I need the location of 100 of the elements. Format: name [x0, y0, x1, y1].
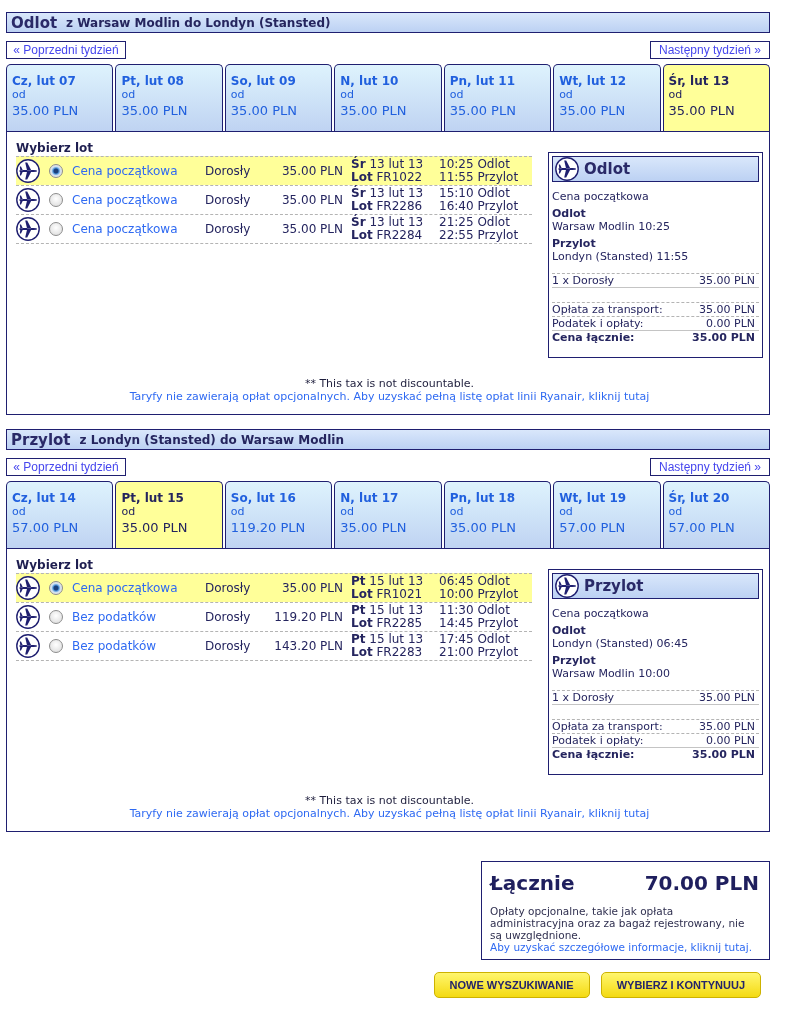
- flight-number: Lot FR2284: [351, 229, 424, 242]
- date-tab[interactable]: So, lut 16 od 119.20 PLN: [224, 481, 333, 548]
- total-amount: 70.00 PLN: [644, 871, 759, 895]
- date-tab[interactable]: N, lut 10 od 35.00 PLN: [334, 64, 442, 131]
- flight-price: 119.20 PLN: [274, 610, 343, 624]
- arrival-label: Przylot: [552, 654, 597, 667]
- fare-type-link[interactable]: Bez podatków: [72, 610, 157, 624]
- flight-row[interactable]: Cena początkowa Dorosły 35.00 PLN Śr 13 lut 13 Lot FR2284 21:25 Odlot 22:55 Przylot: [16, 214, 532, 244]
- plane-icon: [16, 634, 40, 658]
- date-tab[interactable]: Pt, lut 15 od 35.00 PLN: [115, 481, 223, 548]
- date-tab[interactable]: Śr, lut 13 od 35.00 PLN: [662, 64, 770, 131]
- date-tab[interactable]: Wt, lut 12 od 35.00 PLN: [553, 64, 661, 131]
- plane-icon: [16, 605, 40, 629]
- passenger-price: 35.00 PLN: [699, 691, 755, 704]
- departure-time: 17:45 Odlot: [439, 633, 511, 646]
- date-tab[interactable]: Cz, lut 07 od 35.00 PLN: [6, 64, 114, 131]
- arrival-time: 11:55 Przylot: [439, 171, 520, 184]
- radio-button[interactable]: [49, 164, 63, 178]
- departure-info: Londyn (Stansted) 06:45: [552, 637, 690, 650]
- passenger-type: Dorosły: [205, 164, 251, 178]
- summary-fare-type: Cena początkowa: [552, 607, 650, 620]
- radio-button[interactable]: [49, 222, 63, 236]
- fees-info-link[interactable]: Taryfy nie zawierają opłat opcjonalnych. Aby uzyskać pełną listę opłat linii Ryanair, kliknij tutaj: [129, 807, 650, 820]
- route-text: z Warsaw Modlin do Londyn (Stansted): [66, 15, 331, 30]
- fare-type-link[interactable]: Bez podatków: [72, 639, 157, 653]
- plane-icon: [16, 576, 40, 600]
- select-flight-heading: Wybierz lot: [16, 557, 95, 573]
- arrival-time: 14:45 Przylot: [439, 617, 520, 630]
- date-tab[interactable]: Pt, lut 08 od 35.00 PLN: [115, 64, 223, 131]
- flight-price: 35.00 PLN: [281, 222, 343, 236]
- radio-button[interactable]: [49, 610, 63, 624]
- flight-number: Lot FR1022: [351, 171, 424, 184]
- summary-fare-type: Cena początkowa: [552, 190, 650, 203]
- flight-date: Śr 13 lut 13: [351, 216, 425, 229]
- details-link[interactable]: Aby uzyskać szczegółowe informacje, kliknij tutaj.: [490, 941, 759, 953]
- new-search-button[interactable]: NOWE WYSZUKIWANIE: [433, 972, 590, 998]
- date-tab[interactable]: Wt, lut 19 od 57.00 PLN: [553, 481, 661, 548]
- charge-amount: 35.00 PLN: [699, 303, 755, 316]
- flight-row[interactable]: Cena początkowa Dorosły 35.00 PLN Śr 13 lut 13 Lot FR2286 15:10 Odlot 16:40 Przylot: [16, 185, 532, 214]
- previous-week-button[interactable]: « Poprzedni tydzień: [6, 41, 126, 59]
- flight-row[interactable]: Cena początkowa Dorosły 35.00 PLN Pt 15 lut 13 Lot FR1021 06:45 Odlot 10:00 Przylot: [16, 573, 532, 602]
- fare-type-link[interactable]: Cena początkowa: [72, 164, 178, 178]
- radio-button[interactable]: [49, 581, 63, 595]
- departure-time: 06:45 Odlot: [439, 575, 511, 588]
- flight-price: 35.00 PLN: [281, 193, 343, 207]
- arrival-time: 16:40 Przylot: [439, 200, 520, 213]
- passenger-type: Dorosły: [205, 193, 251, 207]
- passenger-type: Dorosły: [205, 610, 251, 624]
- route-text: z Londyn (Stansted) do Warsaw Modlin: [79, 432, 344, 447]
- flight-number: Lot FR2286: [351, 200, 424, 213]
- fare-type-link[interactable]: Cena początkowa: [72, 222, 178, 236]
- passenger-price: 35.00 PLN: [699, 274, 755, 287]
- total-price-label: Cena łącznie:: [552, 748, 635, 761]
- date-tab[interactable]: So, lut 09 od 35.00 PLN: [224, 64, 333, 131]
- departure-time: 21:25 Odlot: [439, 216, 511, 229]
- continue-button[interactable]: WYBIERZ I KONTYNUUJ: [600, 972, 761, 998]
- tax-note: ** This tax is not discountable.: [303, 377, 476, 390]
- fare-type-link[interactable]: Cena początkowa: [72, 581, 178, 595]
- departure-time: 11:30 Odlot: [439, 604, 511, 617]
- departure-label: Odlot: [552, 207, 587, 220]
- arrival-time: 21:00 Przylot: [439, 646, 520, 659]
- radio-button[interactable]: [49, 639, 63, 653]
- charge-amount: 35.00 PLN: [699, 720, 755, 733]
- total-label: Łącznie: [490, 871, 575, 895]
- arrival-time: 22:55 Przylot: [439, 229, 520, 242]
- flight-date: Śr 13 lut 13: [351, 187, 425, 200]
- charge-label: Opłata za transport:: [552, 303, 663, 316]
- total-price-label: Cena łącznie:: [552, 331, 635, 344]
- flight-price: 35.00 PLN: [281, 581, 343, 595]
- arrival-time: 10:00 Przylot: [439, 588, 520, 601]
- flight-number: Lot FR1021: [351, 588, 424, 601]
- section-title: Odlot: [11, 13, 58, 32]
- date-tab[interactable]: Cz, lut 14 od 57.00 PLN: [6, 481, 114, 548]
- next-week-button[interactable]: Następny tydzień »: [650, 458, 770, 476]
- flight-row[interactable]: Bez podatków Dorosły 119.20 PLN Pt 15 lut 13 Lot FR2285 11:30 Odlot 14:45 Przylot: [16, 602, 532, 631]
- date-tab[interactable]: Śr, lut 20 od 57.00 PLN: [662, 481, 770, 548]
- flight-number: Lot FR2283: [351, 646, 424, 659]
- flight-price: 35.00 PLN: [281, 164, 343, 178]
- plane-icon: [16, 217, 40, 241]
- fees-info-link[interactable]: Taryfy nie zawierają opłat opcjonalnych. Aby uzyskać pełną listę opłat linii Ryanair, kliknij tutaj: [129, 390, 650, 403]
- radio-button[interactable]: [49, 193, 63, 207]
- tax-note: ** This tax is not discountable.: [303, 794, 476, 807]
- passenger-count: 1 x Dorosły: [552, 274, 615, 287]
- total-price-amount: 35.00 PLN: [692, 331, 755, 344]
- arrival-info: Warsaw Modlin 10:00: [552, 667, 671, 680]
- charge-label: Podatek i opłaty:: [552, 317, 644, 330]
- select-flight-heading: Wybierz lot: [16, 140, 95, 156]
- date-tab[interactable]: N, lut 17 od 35.00 PLN: [334, 481, 442, 548]
- departure-label: Odlot: [552, 624, 587, 637]
- next-week-button[interactable]: Następny tydzień »: [650, 41, 770, 59]
- fare-type-link[interactable]: Cena początkowa: [72, 193, 178, 207]
- previous-week-button[interactable]: « Poprzedni tydzień: [6, 458, 126, 476]
- date-tab[interactable]: Pn, lut 11 od 35.00 PLN: [443, 64, 552, 131]
- passenger-type: Dorosły: [205, 222, 251, 236]
- flight-row[interactable]: Cena początkowa Dorosły 35.00 PLN Śr 13 lut 13 Lot FR1022 10:25 Odlot 11:55 Przylot: [16, 156, 532, 185]
- charge-amount: 0.00 PLN: [706, 734, 755, 747]
- date-tab[interactable]: Pn, lut 18 od 35.00 PLN: [443, 481, 552, 548]
- summary-title: Odlot: [584, 162, 631, 176]
- charge-amount: 0.00 PLN: [706, 317, 755, 330]
- flight-row[interactable]: Bez podatków Dorosły 143.20 PLN Pt 15 lut 13 Lot FR2283 17:45 Odlot 21:00 Przylot: [16, 631, 532, 661]
